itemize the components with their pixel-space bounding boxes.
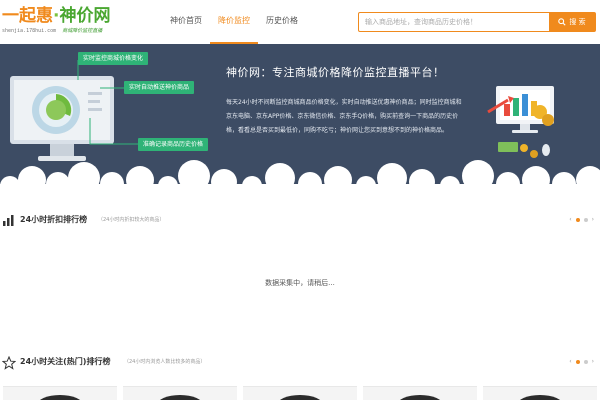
carousel-pager: ‹ › <box>569 358 594 366</box>
attention-ranking-header: 24小时关注(热门)排行榜 （24小时内浏览人数比较多的商品） ‹ › <box>0 352 600 372</box>
logo-text: 一起惠·神价网 <box>2 6 111 26</box>
banner-description: 每天24小时不间断监控商城商品价格变化，实时自动推送优惠神价商品；同时监控商城和… <box>226 99 462 134</box>
nav-item-home[interactable]: 神价首页 <box>162 0 210 44</box>
hero-banner: 实时监控商城价格变化 实时自动推送神价商品 准确记录商品历史价格 神价网：专注商… <box>0 44 600 196</box>
nav-item-price-monitor[interactable]: 降价监控 <box>210 0 258 44</box>
next-arrow[interactable]: › <box>592 358 594 366</box>
section-subtitle: （24小时内浏览人数比较多的商品） <box>124 359 206 365</box>
site-header: 一起惠·神价网 shenjia.178hui.com 商城降价监控直播 神价首页… <box>0 0 600 44</box>
search-box: 搜 索 <box>358 12 596 32</box>
search-input[interactable] <box>359 13 549 31</box>
next-arrow[interactable]: › <box>592 216 594 224</box>
prev-arrow[interactable]: ‹ <box>569 358 571 366</box>
logo-slogan: 商城降价监控直播 <box>62 28 103 34</box>
nav-item-price-history[interactable]: 历史价格 <box>258 0 306 44</box>
loading-message: 数据采集中，请稍后... <box>265 279 335 287</box>
product-thumbnail <box>397 395 443 400</box>
search-button-label: 搜 索 <box>569 18 586 26</box>
pager-dot[interactable] <box>575 360 580 364</box>
product-thumbnail <box>277 395 323 400</box>
pager-dot[interactable] <box>583 218 588 222</box>
prev-arrow[interactable]: ‹ <box>569 216 571 224</box>
product-card[interactable] <box>483 386 597 400</box>
feature-tag-monitor: 实时监控商城价格变化 <box>78 52 149 65</box>
site-logo[interactable]: 一起惠·神价网 shenjia.178hui.com 商城降价监控直播 <box>2 6 132 42</box>
search-button[interactable]: 搜 索 <box>549 13 595 31</box>
product-card-row <box>0 386 600 400</box>
section-subtitle: （24小时内折扣较大的商品） <box>98 217 165 223</box>
star-icon <box>2 356 16 370</box>
cloud-decoration <box>0 160 600 196</box>
discount-ranking-header: 24小时折扣排行榜 （24小时内折扣较大的商品） ‹ › <box>0 210 600 230</box>
bar-chart-icon <box>3 215 14 226</box>
main-nav: 神价首页 降价监控 历史价格 <box>162 0 306 44</box>
shopping-illustration <box>487 86 554 158</box>
pager-dot[interactable] <box>575 218 580 222</box>
product-card[interactable] <box>243 386 357 400</box>
carousel-pager: ‹ › <box>569 216 594 224</box>
product-card[interactable] <box>123 386 237 400</box>
product-thumbnail <box>37 395 83 400</box>
product-card[interactable] <box>3 386 117 400</box>
product-thumbnail <box>517 395 563 400</box>
section-title: 24小时折扣排行榜 <box>20 215 88 224</box>
product-card[interactable] <box>363 386 477 400</box>
product-thumbnail <box>157 395 203 400</box>
section-title: 24小时关注(热门)排行榜 <box>20 357 111 366</box>
feature-tag-push: 实时自动推送神价商品 <box>124 81 195 94</box>
banner-title: 神价网：专注商城价格降价监控直播平台！ <box>226 66 445 79</box>
feature-tag-history: 准确记录商品历史价格 <box>138 138 209 151</box>
tag-connectors <box>77 60 138 145</box>
search-icon <box>558 18 566 26</box>
pager-dot[interactable] <box>583 360 588 364</box>
logo-url: shenjia.178hui.com <box>2 28 57 34</box>
